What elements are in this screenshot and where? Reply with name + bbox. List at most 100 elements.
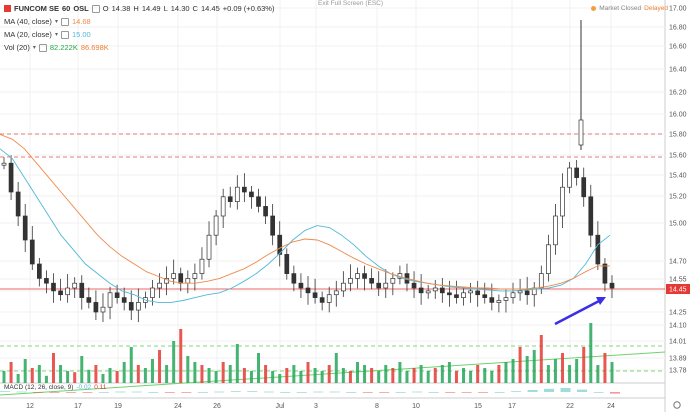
candle-body: [29, 239, 35, 265]
macd-legend[interactable]: MACD (12, 26, close, 9) -0.02 0.11: [4, 384, 106, 391]
low-value: 14.30: [170, 4, 190, 13]
price-tick-label: 14.70: [669, 259, 687, 266]
volume-bar: [51, 353, 55, 383]
symbol-legend: FUNCOM SE 60 OSL O 14.38 H 14.49 L 14.30 C1…: [4, 4, 274, 13]
candle-body: [249, 191, 254, 198]
volume-bar: [412, 368, 416, 383]
last-price-tag-label: 14.45: [669, 287, 687, 294]
candle-body: [482, 294, 488, 298]
volume-bar: [193, 362, 197, 383]
candle-body: [510, 292, 516, 298]
close-label: C: [192, 4, 198, 13]
candle-body: [454, 294, 459, 298]
settings-icon[interactable]: [60, 17, 69, 26]
volume-bar: [299, 371, 303, 383]
time-tick-label: 10: [412, 403, 420, 410]
macd-histogram-bar: [181, 392, 192, 393]
macd-histogram-bar: [230, 391, 241, 392]
candle-body: [8, 162, 14, 193]
price-tick-label: 15.00: [669, 221, 687, 228]
volume-bar: [610, 362, 614, 383]
price-tick-label: 14.01: [669, 339, 687, 346]
volume-bar: [596, 365, 600, 383]
candle-body: [581, 177, 587, 198]
candle-body: [157, 282, 162, 289]
volume-bar: [271, 371, 275, 383]
candle-body: [383, 282, 389, 289]
chart-canvas[interactable]: 17.00 16.80 16.60 16.40 16.20 16.00 15.80 15.60…: [0, 0, 690, 412]
macd-histogram-bar: [527, 390, 538, 392]
candle-body: [560, 186, 565, 217]
settings-icon[interactable]: [91, 4, 100, 13]
price-tick-label: 15.20: [669, 194, 687, 201]
macd-histogram-bar: [0, 391, 10, 392]
settings-icon[interactable]: [60, 30, 69, 39]
volume-bar: [278, 374, 282, 383]
candle-body: [227, 196, 233, 202]
price-tick-label: 15.40: [669, 173, 687, 180]
candle-body: [86, 297, 92, 303]
candle-body: [36, 263, 42, 279]
volume-bars: [2, 323, 614, 383]
candle-body: [291, 273, 297, 284]
candle-body: [567, 167, 572, 188]
volume-bar: [334, 353, 338, 383]
volume-bar: [150, 359, 154, 383]
macd-histogram-bar: [197, 392, 208, 393]
candle-body: [270, 215, 276, 236]
macd-histogram-bar: [329, 391, 340, 393]
interval-label[interactable]: 60: [62, 4, 70, 13]
price-axis[interactable]: 17.00 16.80 16.60 16.40 16.20 16.00 15.80 15.60…: [666, 6, 690, 375]
volume-bar: [115, 371, 119, 383]
volume-bar: [23, 359, 27, 383]
delayed-label: Delayed: [644, 5, 668, 12]
candle-body: [199, 258, 205, 274]
volume-bar: [476, 365, 480, 383]
macd-histogram-bar: [32, 392, 43, 393]
volume-bar: [87, 369, 91, 383]
candle-body: [538, 273, 544, 289]
volume-bar: [440, 365, 444, 383]
price-tick-label: 16.40: [669, 67, 687, 74]
volume-bar: [525, 356, 529, 383]
candle-body: [468, 290, 473, 294]
macd-histogram-bar: [593, 392, 604, 393]
volume-bar: [603, 353, 607, 383]
time-axis[interactable]: 12 17 19 24 26 Jul 3 8 10 15 17 22 24: [26, 401, 681, 410]
volume-bar: [214, 371, 218, 383]
volume-legend[interactable]: Vol (20) ▾ 82.222K 86.698K: [4, 43, 109, 52]
candle-body: [135, 302, 141, 311]
high-label: H: [133, 4, 139, 13]
candle-body: [578, 119, 584, 146]
high-value: 14.49: [141, 4, 161, 13]
price-tick-label: 16.80: [669, 25, 687, 32]
macd-histogram-bar: [49, 392, 60, 393]
volume-bar: [228, 365, 232, 383]
chevron-down-icon[interactable]: ▾: [55, 31, 58, 38]
chevron-down-icon[interactable]: ▾: [55, 18, 58, 25]
volume-bar: [37, 365, 41, 383]
volume-bar: [59, 365, 63, 383]
ma20-legend[interactable]: MA (20, close) ▾ 15.00: [4, 30, 91, 39]
volume-bar: [483, 368, 487, 383]
symbol-name[interactable]: FUNCOM SE: [14, 4, 59, 13]
price-tick-label: 15.80: [669, 132, 687, 139]
macd-value-2: 0.11: [94, 384, 107, 391]
volume-bar: [257, 353, 261, 383]
volume-bar: [264, 365, 268, 383]
volume-bar: [398, 362, 402, 383]
ma40-legend[interactable]: MA (40, close) ▾ 14.68: [4, 17, 91, 26]
exit-full-screen-hint[interactable]: Exit Full Screen (ESC): [318, 0, 383, 7]
candle-body: [524, 290, 530, 296]
candle-body: [418, 287, 424, 294]
candle-body: [326, 294, 332, 303]
volume-bar: [200, 365, 204, 383]
chevron-down-icon[interactable]: ▾: [33, 44, 36, 51]
candle-body: [242, 186, 247, 193]
settings-icon[interactable]: [38, 43, 47, 52]
macd-histogram-bar: [478, 392, 489, 393]
vol-up-value: 82.222K: [49, 43, 78, 52]
macd-histogram-bar: [98, 392, 109, 393]
candle-body: [234, 186, 240, 202]
candle-body: [114, 292, 120, 298]
